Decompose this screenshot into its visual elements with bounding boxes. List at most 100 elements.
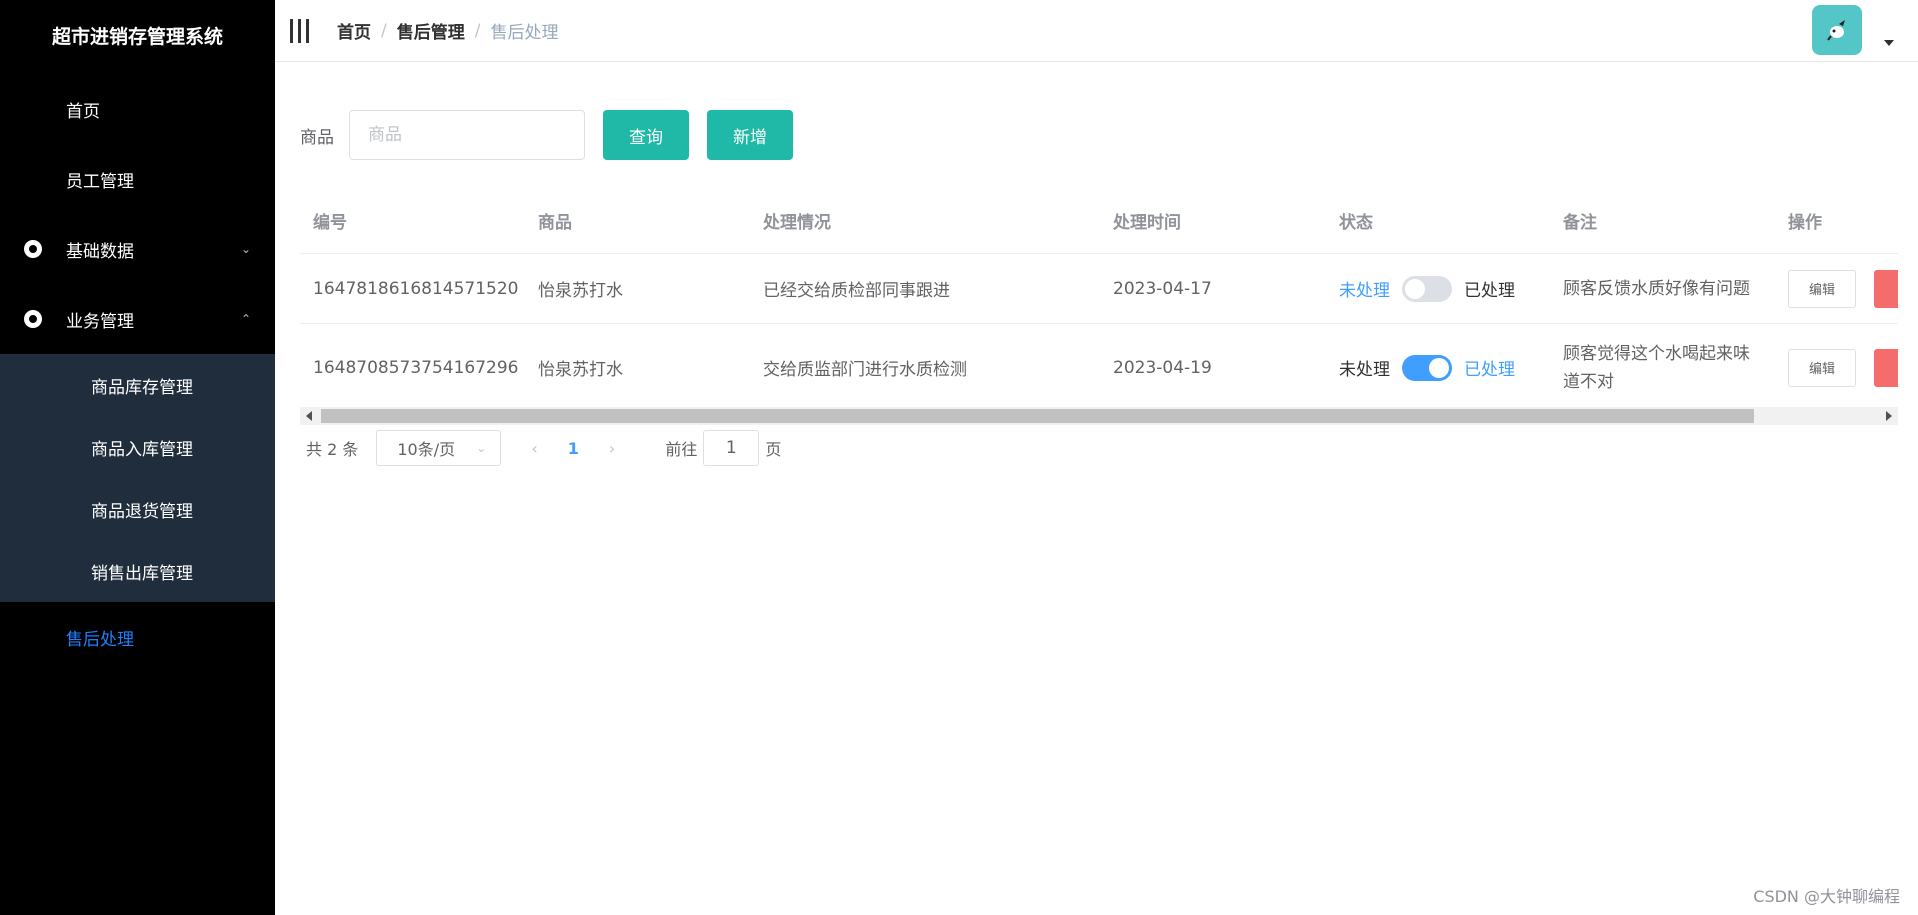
page-size-select[interactable]: 10条/页 ⌄ [376,430,502,466]
table-row: 1648708573754167296 怡泉苏打水 交给质监部门进行水质检测 2… [300,324,1898,412]
goto-page-input[interactable] [703,430,760,466]
page-jump: 前往 页 [665,430,781,466]
column-header: 处理时间 [1113,212,1181,233]
submenu-item-returns[interactable]: 商品退货管理 [0,478,275,540]
status-unprocessed-label: 未处理 [1339,360,1390,380]
sidebar-item-label: 员工管理 [66,171,134,192]
page-number[interactable]: 1 [568,439,579,458]
submenu-item-sales-out[interactable]: 销售出库管理 [0,540,275,602]
pagination: 共 2 条 10条/页 ⌄ ‹ 1 › 前往 页 [306,430,781,466]
status-processed-label: 已处理 [1464,281,1515,301]
cell-id: 1648708573754167296 [313,357,519,378]
delete-button[interactable] [1874,269,1898,308]
cell-remark: 顾客反馈水质好像有问题 [1563,278,1750,299]
edit-button[interactable]: 编辑 [1788,348,1856,387]
submenu-item-label: 商品入库管理 [91,439,193,460]
chevron-down-icon: ⌄ [476,441,487,455]
lifebuoy-icon [24,240,42,258]
page-size-value: 10条/页 [397,440,456,459]
column-header: 商品 [538,212,572,233]
grid-icon [49,500,67,518]
cell-product: 怡泉苏打水 [538,281,623,301]
cell-handling: 已经交给质检部同事跟进 [763,281,950,301]
cell-time: 2023-04-17 [1113,278,1212,299]
sidebar-item-label: 基础数据 [66,241,134,262]
sidebar-item-business[interactable]: 业务管理 ⌃ [0,284,275,354]
lifebuoy-icon [24,310,42,328]
avatar-image [1827,20,1845,41]
cell-handling: 交给质监部门进行水质检测 [763,360,967,380]
breadcrumb-item-home[interactable]: 首页 [337,18,371,43]
sidebar-item-home[interactable]: 首页 [0,74,275,144]
scroll-right-icon[interactable] [1886,411,1892,421]
submenu-item-label: 商品库存管理 [91,377,193,398]
breadcrumb: 首页 / 售后管理 / 售后处理 [337,18,559,44]
submenu-item-label: 商品退货管理 [91,501,193,522]
grid-icon [24,628,42,646]
status-toggle[interactable] [1402,354,1452,381]
status-processed-label: 已处理 [1464,360,1515,380]
grid-icon [24,100,42,118]
scrollbar-thumb[interactable] [321,409,1754,423]
submenu-item-inventory[interactable]: 商品库存管理 [0,354,275,416]
menu-toggle-icon[interactable] [290,18,310,43]
grid-icon [49,438,67,456]
edit-button[interactable]: 编辑 [1788,269,1856,308]
product-search-input[interactable] [349,110,585,160]
table-row: 1647818616814571520 怡泉苏打水 已经交给质检部同事跟进 20… [300,254,1898,324]
cell-product: 怡泉苏打水 [538,360,623,380]
sidebar-item-employee[interactable]: 员工管理 [0,144,275,214]
search-label: 商品 [300,127,334,148]
sidebar: 超市进销存管理系统 首页 员工管理 基础数据 ⌄ 业务管理 ⌃ 商品库存管理 商… [0,0,275,915]
sidebar-item-label: 首页 [66,101,100,122]
sidebar-item-label: 售后处理 [66,629,134,650]
next-page-icon[interactable]: › [609,439,615,458]
scroll-left-icon[interactable] [306,411,312,421]
cell-actions: 编辑 [1775,348,1898,387]
grid-icon [49,562,67,580]
breadcrumb-item-after-sales[interactable]: 售后管理 [397,18,465,43]
caret-down-icon[interactable] [1884,40,1894,46]
status-unprocessed-label: 未处理 [1339,281,1390,301]
cell-status: 未处理 已处理 [1326,275,1550,302]
search-bar: 商品 查询 新增 [300,110,793,160]
sidebar-item-label: 业务管理 [66,311,134,332]
top-header: 首页 / 售后管理 / 售后处理 [275,0,1918,62]
cell-status: 未处理 已处理 [1326,354,1550,381]
goto-prefix: 前往 [665,440,698,459]
grid-icon [49,376,67,394]
column-header: 处理情况 [763,212,831,233]
horizontal-scrollbar[interactable] [300,407,1898,425]
sidebar-item-basic-data[interactable]: 基础数据 ⌄ [0,214,275,284]
avatar[interactable] [1812,5,1862,55]
cell-time: 2023-04-19 [1113,357,1212,378]
add-button[interactable]: 新增 [707,110,793,160]
chevron-up-icon: ⌃ [240,312,251,326]
sidebar-item-after-sales[interactable]: 售后处理 [0,602,275,672]
watermark: CSDN @大钟聊编程 [1753,887,1900,906]
submenu-item-stock-in[interactable]: 商品入库管理 [0,416,275,478]
breadcrumb-separator: / [474,20,481,41]
pagination-total: 共 2 条 [306,440,359,459]
business-submenu: 商品库存管理 商品入库管理 商品退货管理 销售出库管理 [0,354,275,602]
cell-id: 1647818616814571520 [313,278,519,299]
table-header: 编号 商品 处理情况 处理时间 状态 备注 操作 [300,187,1898,254]
cell-remark: 顾客觉得这个水喝起来味道不对 [1563,343,1750,392]
prev-page-icon[interactable]: ‹ [531,439,537,458]
main-content: 商品 查询 新增 编号 商品 处理情况 处理时间 状态 备注 操作 164781… [275,62,1918,915]
app-title: 超市进销存管理系统 [51,26,223,48]
chevron-down-icon: ⌄ [240,242,251,256]
breadcrumb-item-current: 售后处理 [490,23,559,43]
goto-suffix: 页 [765,440,782,459]
cell-actions: 编辑 [1775,269,1898,308]
grid-icon [24,170,42,188]
query-button[interactable]: 查询 [603,110,689,160]
column-header: 状态 [1339,212,1373,233]
column-header: 操作 [1788,212,1822,233]
status-toggle[interactable] [1402,275,1452,302]
delete-button[interactable] [1874,348,1898,387]
submenu-item-label: 销售出库管理 [91,563,193,584]
column-header: 备注 [1563,212,1597,233]
breadcrumb-separator: / [381,20,387,41]
column-header: 编号 [313,212,347,233]
